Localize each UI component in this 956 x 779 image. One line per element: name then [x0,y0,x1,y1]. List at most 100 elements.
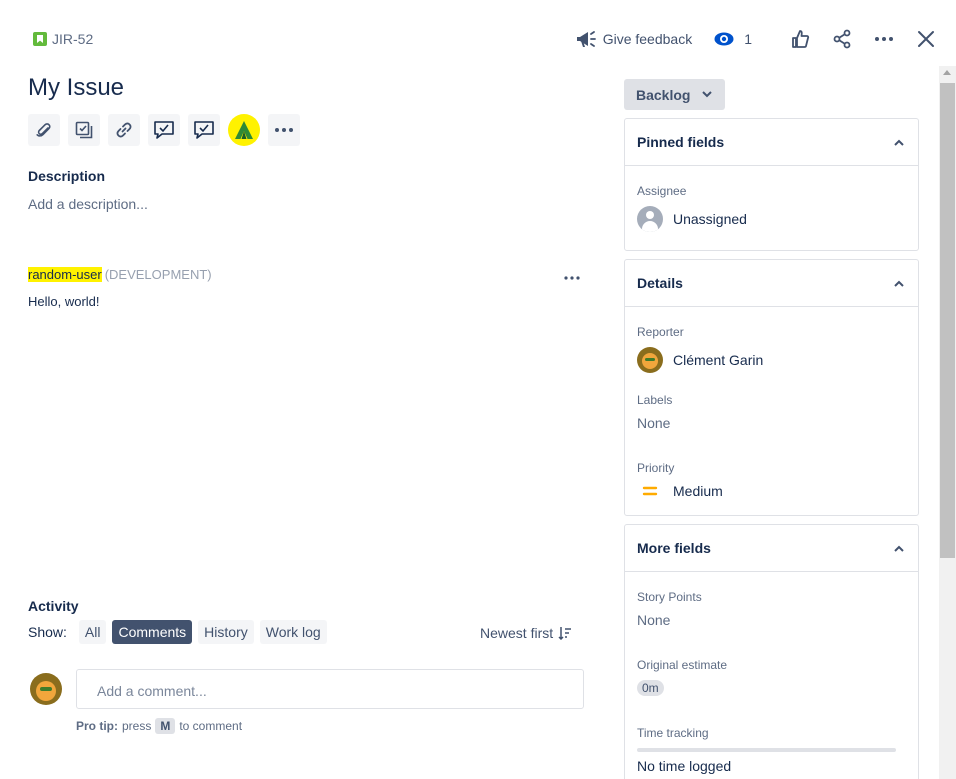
issue-header: JIR-52 Give feedback 1 [0,0,956,78]
attachment-icon [36,123,51,137]
watch-button[interactable]: 1 [714,31,752,47]
give-feedback-label: Give feedback [602,31,693,47]
assignee-name: Unassigned [673,211,747,227]
show-label: Show: [28,624,67,640]
chevron-up-icon [894,280,904,287]
filter-comments[interactable]: Comments [112,620,193,644]
filter-all[interactable]: All [78,620,107,644]
reporter-field: Reporter Clément Garin [637,325,763,373]
unassigned-avatar-icon [637,206,663,232]
priority-value[interactable]: Medium [637,483,723,499]
details-heading: Details [637,275,683,291]
original-estimate-pill: 0m [637,680,664,696]
original-estimate-value[interactable]: 0m [637,680,727,696]
reporter-avatar [637,347,663,373]
original-estimate-field: Original estimate 0m [637,658,727,696]
comment-body: Hello, world! [28,294,100,309]
sort-order-label: Newest first [480,625,554,641]
comment-environment: (DEVELOPMENT) [104,267,212,282]
shortcut-key: M [155,718,176,734]
vote-button[interactable] [784,24,816,54]
pinned-fields-header[interactable]: Pinned fields [625,119,918,166]
close-button[interactable] [910,24,942,54]
priority-medium-icon [642,486,658,496]
eye-icon [714,32,734,46]
story-points-field: Story Points None [637,590,702,628]
pro-tip: Pro tip: press M to comment [76,718,242,734]
add-comment-input[interactable]: Add a comment... [76,669,584,709]
pro-tip-label: Pro tip: [76,719,118,733]
pinned-fields-panel: Pinned fields Assignee Unassigned [624,118,919,251]
comment-header: random-user (DEVELOPMENT) [28,267,212,282]
pro-tip-suffix: to comment [179,719,243,733]
sort-order-button[interactable]: Newest first [480,625,572,641]
chevron-up-icon [894,545,904,552]
attach-button[interactable] [28,114,60,146]
filter-history[interactable]: History [198,620,254,644]
reporter-name: Clément Garin [673,352,764,368]
add-child-issue-button[interactable] [68,114,100,146]
issue-key-label: JIR-52 [52,31,94,47]
header-actions: Give feedback 1 [575,24,942,54]
close-icon [918,31,934,47]
watch-count: 1 [744,31,752,47]
labels-label: Labels [637,393,673,407]
more-fields-panel: More fields Story Points None Original e… [624,524,919,779]
give-feedback-button[interactable]: Give feedback [575,29,693,49]
story-points-label: Story Points [637,590,702,604]
scroll-thumb[interactable] [940,83,955,558]
comment-more-button[interactable] [562,268,582,286]
issue-key-link[interactable]: JIR-52 [33,31,93,47]
description-heading: Description [28,168,106,184]
time-tracking-bar[interactable] [637,748,896,752]
details-header[interactable]: Details [625,260,918,307]
description-field[interactable]: Add a description... [28,196,148,212]
status-dropdown[interactable]: Backlog [624,79,725,110]
child-issue-icon [75,121,93,139]
app-icon [235,121,253,139]
time-tracking-field: Time tracking No time logged [637,726,896,774]
assignee-label: Assignee [637,184,687,198]
scroll-up-arrow[interactable] [943,70,951,75]
thumbs-up-icon [792,30,810,48]
story-icon [33,32,47,46]
status-label: Backlog [636,86,691,103]
filter-work-log[interactable]: Work log [259,620,327,644]
pinned-fields-heading: Pinned fields [637,134,725,150]
priority-name: Medium [673,483,723,499]
more-fields-header[interactable]: More fields [625,525,918,572]
reporter-value[interactable]: Clément Garin [637,347,763,373]
comment-check-icon [194,121,214,139]
more-icon [275,128,293,132]
sort-descending-icon [558,627,572,640]
chevron-up-icon [894,139,904,146]
megaphone-icon [576,31,596,47]
reporter-label: Reporter [637,325,684,339]
comment-author[interactable]: random-user [28,267,102,282]
app-extension-button[interactable] [228,114,260,146]
labels-field: Labels None [637,393,672,431]
details-panel: Details Reporter Clément Garin Labels No… [624,259,919,516]
assignee-field: Assignee Unassigned [637,184,747,232]
comment-approve-button-2[interactable] [188,114,220,146]
current-user-avatar [30,673,62,705]
story-points-value[interactable]: None [637,612,702,628]
time-tracking-value: No time logged [637,758,732,774]
priority-label: Priority [637,461,675,475]
assignee-value[interactable]: Unassigned [637,206,747,232]
activity-filters: Show: All Comments History Work log [28,620,327,644]
share-button[interactable] [826,24,858,54]
link-icon [116,122,132,138]
labels-value[interactable]: None [637,415,672,431]
comment-check-icon [154,121,174,139]
issue-title[interactable]: My Issue [28,74,124,102]
more-tools-button[interactable] [268,114,300,146]
comment-approve-button[interactable] [148,114,180,146]
sidebar-scrollbar[interactable] [939,66,956,779]
more-icon [564,276,580,280]
link-issue-button[interactable] [108,114,140,146]
chevron-down-icon [702,91,713,98]
more-fields-heading: More fields [637,540,711,556]
time-tracking-label: Time tracking [637,726,709,740]
more-actions-button[interactable] [868,24,900,54]
